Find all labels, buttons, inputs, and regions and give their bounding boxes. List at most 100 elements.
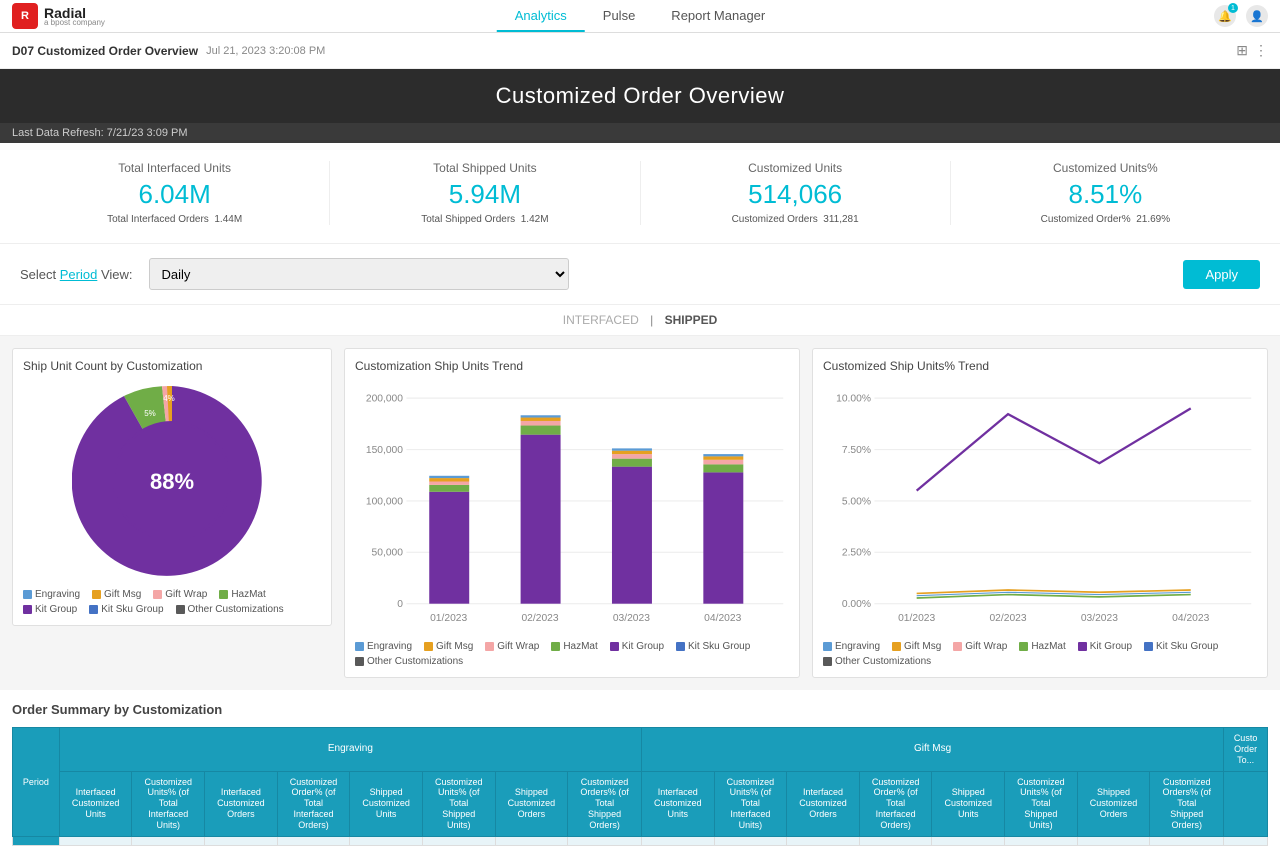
bar-x-01: 01/2023: [430, 613, 467, 624]
kpi-label-3: Customized Units%: [961, 161, 1250, 175]
bar-04-kitgroup: [703, 472, 743, 603]
th-eng-sc-units: ShippedCustomizedUnits: [350, 771, 423, 836]
bar-chart-title: Customization Ship Units Trend: [355, 359, 789, 373]
bar-03-hazmat: [612, 459, 652, 467]
kpi-sub-1: Total Shipped Orders 1.42M: [340, 214, 629, 225]
top-navigation: R Radial a bpost company Analytics Pulse…: [0, 0, 1280, 33]
th-eng-co-pct-interfaced: CustomizedOrder% (ofTotalInterfacedOrder…: [277, 771, 350, 836]
kpi-customized-units: Customized Units 514,066 Customized Orde…: [641, 161, 951, 225]
pie-hazmat-label: 5%: [144, 409, 156, 418]
kpi-customized-units-pct: Customized Units% 8.51% Customized Order…: [951, 161, 1260, 225]
bar-legend-dot-hazmat: [551, 642, 560, 651]
th-gm-sc-orders: ShippedCustomizedOrders: [1077, 771, 1150, 836]
line-legend-dot-other: [823, 657, 832, 666]
bar-y-50k: 50,000: [372, 548, 404, 559]
bar-03-engraving: [612, 448, 652, 450]
expand-icon[interactable]: ⊞: [1236, 42, 1248, 59]
bar-01-giftwrap: [429, 482, 469, 485]
legend-giftmsg: Gift Msg: [92, 589, 141, 600]
line-legend-dot-giftwrap: [953, 642, 962, 651]
legend-giftwrap: Gift Wrap: [153, 589, 207, 600]
toggle-interfaced[interactable]: INTERFACED: [563, 313, 639, 327]
logo-icon: R: [12, 3, 38, 29]
bar-01-hazmat: [429, 485, 469, 492]
bar-chart-panel: Customization Ship Units Trend 200,000 1…: [344, 348, 800, 678]
line-legend-kitsku: Kit Sku Group: [1144, 641, 1218, 652]
pie-chart: 88% 5% 4%: [72, 381, 272, 581]
bar-01-giftmsg: [429, 478, 469, 481]
bar-y-100k: 100,000: [366, 496, 403, 507]
pie-chart-title: Ship Unit Count by Customization: [23, 359, 321, 373]
legend-dot-giftmsg: [92, 590, 101, 599]
bar-02-kitgroup: [521, 435, 561, 604]
th-gm-cu-pct-interfaced: CustomizedUnits% (ofTotalInterfacedUnits…: [714, 771, 787, 836]
table-row: [13, 836, 1268, 845]
th-eng-ic-orders: InterfacedCustomizedOrders: [205, 771, 278, 836]
line-legend-dot-hazmat: [1019, 642, 1028, 651]
tab-analytics[interactable]: Analytics: [497, 0, 585, 32]
breadcrumb-title: D07 Customized Order Overview: [12, 44, 198, 58]
breadcrumb-date: Jul 21, 2023 3:20:08 PM: [206, 45, 325, 57]
pie-giftwrap-label: 4%: [163, 394, 175, 403]
table-section: Order Summary by Customization Period En…: [0, 690, 1280, 853]
th-eng-cu-pct-shipped: CustomizedUnits% (ofTotalShippedUnits): [422, 771, 495, 836]
more-options-icon[interactable]: ⋮: [1254, 42, 1268, 59]
bar-legend-engraving: Engraving: [355, 641, 412, 652]
bar-01-kitgroup: [429, 492, 469, 604]
th-engraving-group: Engraving: [59, 728, 641, 771]
bar-y-0: 0: [397, 599, 403, 610]
bar-x-02: 02/2023: [521, 613, 558, 624]
kpi-value-0: 6.04M: [30, 179, 319, 210]
notification-icon[interactable]: 🔔 1: [1214, 5, 1236, 27]
bar-02-hazmat: [521, 426, 561, 435]
table-section-title: Order Summary by Customization: [12, 698, 1268, 721]
bar-04-giftmsg: [703, 456, 743, 459]
bar-legend-dot-kitgroup: [610, 642, 619, 651]
breadcrumb-left: D07 Customized Order Overview Jul 21, 20…: [12, 44, 325, 58]
line-y-0: 0.00%: [842, 599, 871, 610]
bar-chart-svg: 200,000 150,000 100,000 50,000 0: [355, 381, 789, 632]
bar-04-engraving: [703, 454, 743, 456]
apply-button[interactable]: Apply: [1183, 260, 1260, 289]
breadcrumb-icons: ⊞ ⋮: [1236, 42, 1268, 59]
kpi-sub-3: Customized Order% 21.69%: [961, 214, 1250, 225]
kpi-row: Total Interfaced Units 6.04M Total Inter…: [0, 143, 1280, 244]
line-legend-dot-kitsku: [1144, 642, 1153, 651]
toggle-shipped[interactable]: SHIPPED: [665, 313, 718, 327]
period-select[interactable]: Daily Weekly Monthly: [149, 258, 569, 290]
bar-02-engraving: [521, 415, 561, 417]
th-overflow: CustoOrderTo...: [1224, 728, 1268, 771]
bar-03-giftmsg: [612, 451, 652, 454]
legend-kitgroup: Kit Group: [23, 604, 77, 615]
bar-legend-giftwrap: Gift Wrap: [485, 641, 539, 652]
th-custo-overflow: [1224, 771, 1268, 836]
kpi-sub-0: Total Interfaced Orders 1.44M: [30, 214, 319, 225]
pie-legend: Engraving Gift Msg Gift Wrap HazMat Kit …: [23, 589, 321, 615]
last-refresh: Last Data Refresh: 7/21/23 3:09 PM: [0, 123, 1280, 143]
filter-label: Select Period View:: [20, 267, 133, 282]
bar-04-hazmat: [703, 464, 743, 472]
toggle-bar: INTERFACED | SHIPPED: [0, 305, 1280, 336]
line-x-03: 03/2023: [1081, 613, 1118, 624]
bar-legend-dot-kitsku: [676, 642, 685, 651]
bar-legend-kitgroup: Kit Group: [610, 641, 664, 652]
order-summary-table: Period Engraving Gift Msg CustoOrderTo..…: [12, 727, 1268, 845]
line-hazmat: [917, 595, 1191, 598]
line-y-25: 2.50%: [842, 548, 871, 559]
kpi-total-interfaced-units: Total Interfaced Units 6.04M Total Inter…: [20, 161, 330, 225]
nav-right: 🔔 1 👤: [1214, 5, 1280, 27]
bar-y-200k: 200,000: [366, 394, 403, 405]
table-scroll-container[interactable]: Period Engraving Gift Msg CustoOrderTo..…: [12, 727, 1268, 845]
tab-pulse[interactable]: Pulse: [585, 0, 654, 32]
legend-other: Other Customizations: [176, 604, 284, 615]
tab-report-manager[interactable]: Report Manager: [653, 0, 783, 32]
user-icon[interactable]: 👤: [1246, 5, 1268, 27]
kpi-sub-2: Customized Orders 311,281: [651, 214, 940, 225]
bar-legend-kitsku: Kit Sku Group: [676, 641, 750, 652]
line-legend-dot-giftmsg: [892, 642, 901, 651]
pie-center-label: 88%: [150, 469, 194, 494]
th-gm-co-pct-interfaced: CustomizedOrder% (ofTotalInterfacedOrder…: [859, 771, 932, 836]
bar-legend: Engraving Gift Msg Gift Wrap HazMat Kit …: [355, 641, 789, 667]
line-y-5: 5.00%: [842, 496, 871, 507]
th-giftmsg-group: Gift Msg: [641, 728, 1223, 771]
